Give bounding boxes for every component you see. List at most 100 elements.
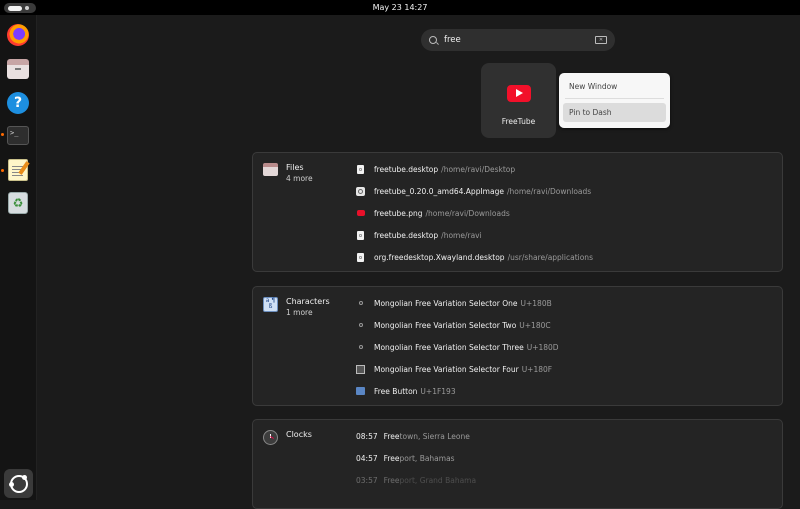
list-item[interactable]: 08:57 Free town, Sierra Leone xyxy=(356,425,476,447)
date-time-clock[interactable]: May 23 14:27 xyxy=(373,3,428,12)
dock-item-trash[interactable]: ♻ xyxy=(5,190,31,216)
result-codepoint: U+1F193 xyxy=(420,386,456,396)
provider-more-count: 4 more xyxy=(286,174,313,183)
list-item[interactable]: freetube.desktop /home/ravi xyxy=(356,224,593,246)
show-apps-button[interactable] xyxy=(4,469,33,498)
result-name-match: Free xyxy=(383,431,400,441)
list-item[interactable]: Free Button U+1F193 xyxy=(356,380,559,402)
result-name-match: Free xyxy=(383,453,400,463)
ubuntu-logo-icon xyxy=(8,474,28,493)
list-item[interactable]: Mongolian Free Variation Selector One U+… xyxy=(356,292,559,314)
clocks-app-icon xyxy=(263,430,278,445)
char-glyph-icon xyxy=(356,320,365,330)
result-name: Mongolian Free Variation Selector One xyxy=(374,298,518,308)
provider-name: Files xyxy=(286,163,304,172)
menu-item-pin-to-dash[interactable]: Pin to Dash xyxy=(563,103,666,122)
files-icon xyxy=(7,59,29,79)
list-item[interactable]: freetube.desktop /home/ravi/Desktop xyxy=(356,158,593,180)
result-name: Free Button xyxy=(374,386,418,396)
result-time: 03:57 xyxy=(356,475,378,485)
provider-header[interactable]: Files 4 more xyxy=(263,163,313,183)
search-provider-characters: a ¶ ß Characters 1 more Mongolian Free V… xyxy=(252,286,783,406)
result-time: 04:57 xyxy=(356,453,378,463)
dock-item-firefox[interactable] xyxy=(5,22,31,48)
document-icon xyxy=(356,164,365,174)
char-glyph-icon xyxy=(356,364,365,374)
list-item[interactable]: Mongolian Free Variation Selector Three … xyxy=(356,336,559,358)
provider-header[interactable]: Clocks xyxy=(263,430,312,445)
result-name: Mongolian Free Variation Selector Two xyxy=(374,320,517,330)
list-item[interactable]: Mongolian Free Variation Selector Four U… xyxy=(356,358,559,380)
result-location: port, Grand Bahama xyxy=(399,475,477,485)
characters-app-icon: a ¶ ß xyxy=(263,297,278,312)
search-provider-files: Files 4 more freetube.desktop /home/ravi… xyxy=(252,152,783,272)
dock-item-text-editor[interactable] xyxy=(5,157,31,183)
running-indicator xyxy=(1,133,4,136)
result-name: freetube.png xyxy=(374,208,423,218)
dock-item-files[interactable] xyxy=(5,56,31,82)
workspace-indicator-active xyxy=(8,5,22,11)
result-location: port, Bahamas xyxy=(399,453,455,463)
result-path: /usr/share/applications xyxy=(507,252,593,262)
result-name: freetube.desktop xyxy=(374,230,439,240)
result-name: Mongolian Free Variation Selector Three xyxy=(374,342,524,352)
list-item[interactable]: freetube.png /home/ravi/Downloads xyxy=(356,202,593,224)
app-result-freetube[interactable]: FreeTube xyxy=(481,63,556,138)
files-provider-icon xyxy=(263,163,278,178)
result-name: freetube.desktop xyxy=(374,164,439,174)
result-path: /home/ravi/Downloads xyxy=(506,186,592,196)
menu-item-new-window[interactable]: New Window xyxy=(563,77,666,96)
help-icon: ? xyxy=(7,92,29,114)
result-name: freetube_0.20.0_amd64.AppImage xyxy=(374,186,504,196)
firefox-icon xyxy=(7,24,29,46)
result-codepoint: U+180D xyxy=(526,342,559,352)
menu-separator xyxy=(565,98,664,99)
result-name-match: Free xyxy=(383,475,400,485)
clear-search-icon[interactable]: ✕ xyxy=(595,36,607,44)
provider-more-count: 1 more xyxy=(286,308,313,317)
list-item[interactable]: 03:57 Free port, Grand Bahama xyxy=(356,469,476,491)
files-results: freetube.desktop /home/ravi/Desktop free… xyxy=(356,158,593,268)
result-codepoint: U+180F xyxy=(521,364,553,374)
result-location: town, Sierra Leone xyxy=(399,431,470,441)
free-button-icon xyxy=(356,386,365,396)
search-icon xyxy=(429,36,437,44)
result-name: org.freedesktop.Xwayland.desktop xyxy=(374,252,505,262)
char-glyph-icon xyxy=(356,298,365,308)
dock-item-terminal[interactable]: >_ xyxy=(5,122,31,148)
char-glyph-icon xyxy=(356,342,365,352)
text-editor-icon xyxy=(8,159,28,181)
app-context-menu: New Window Pin to Dash xyxy=(559,73,670,128)
app-result-label: FreeTube xyxy=(501,117,536,126)
executable-icon xyxy=(356,186,365,196)
result-codepoint: U+180C xyxy=(519,320,551,330)
list-item[interactable]: 04:57 Free port, Bahamas xyxy=(356,447,476,469)
result-path: /home/ravi/Desktop xyxy=(441,164,516,174)
result-codepoint: U+180B xyxy=(520,298,552,308)
dock-item-help[interactable]: ? xyxy=(5,90,31,116)
dock: ? >_ ♻ xyxy=(0,15,37,500)
provider-header[interactable]: a ¶ ß Characters 1 more xyxy=(263,297,330,317)
list-item[interactable]: org.freedesktop.Xwayland.desktop /usr/sh… xyxy=(356,246,593,268)
activities-button[interactable] xyxy=(4,3,36,13)
workspace-indicator xyxy=(25,6,29,10)
search-input[interactable]: free ✕ xyxy=(421,29,615,51)
clocks-results: 08:57 Free town, Sierra Leone 04:57 Free p… xyxy=(356,425,476,491)
image-icon xyxy=(356,208,365,218)
provider-name: Characters xyxy=(286,297,330,306)
result-path: /home/ravi xyxy=(441,230,482,240)
trash-icon: ♻ xyxy=(8,192,28,214)
provider-name: Clocks xyxy=(286,430,312,439)
running-indicator xyxy=(1,169,4,172)
terminal-icon: >_ xyxy=(7,125,29,145)
list-item[interactable]: freetube_0.20.0_amd64.AppImage /home/rav… xyxy=(356,180,593,202)
result-time: 08:57 xyxy=(356,431,378,441)
youtube-icon xyxy=(506,85,531,102)
characters-results: Mongolian Free Variation Selector One U+… xyxy=(356,292,559,402)
list-item[interactable]: Mongolian Free Variation Selector Two U+… xyxy=(356,314,559,336)
document-icon xyxy=(356,252,365,262)
search-value[interactable]: free xyxy=(444,35,595,45)
result-path: /home/ravi/Downloads xyxy=(425,208,510,218)
search-provider-clocks: Clocks 08:57 Free town, Sierra Leone 04:5… xyxy=(252,419,783,509)
document-icon xyxy=(356,230,365,240)
